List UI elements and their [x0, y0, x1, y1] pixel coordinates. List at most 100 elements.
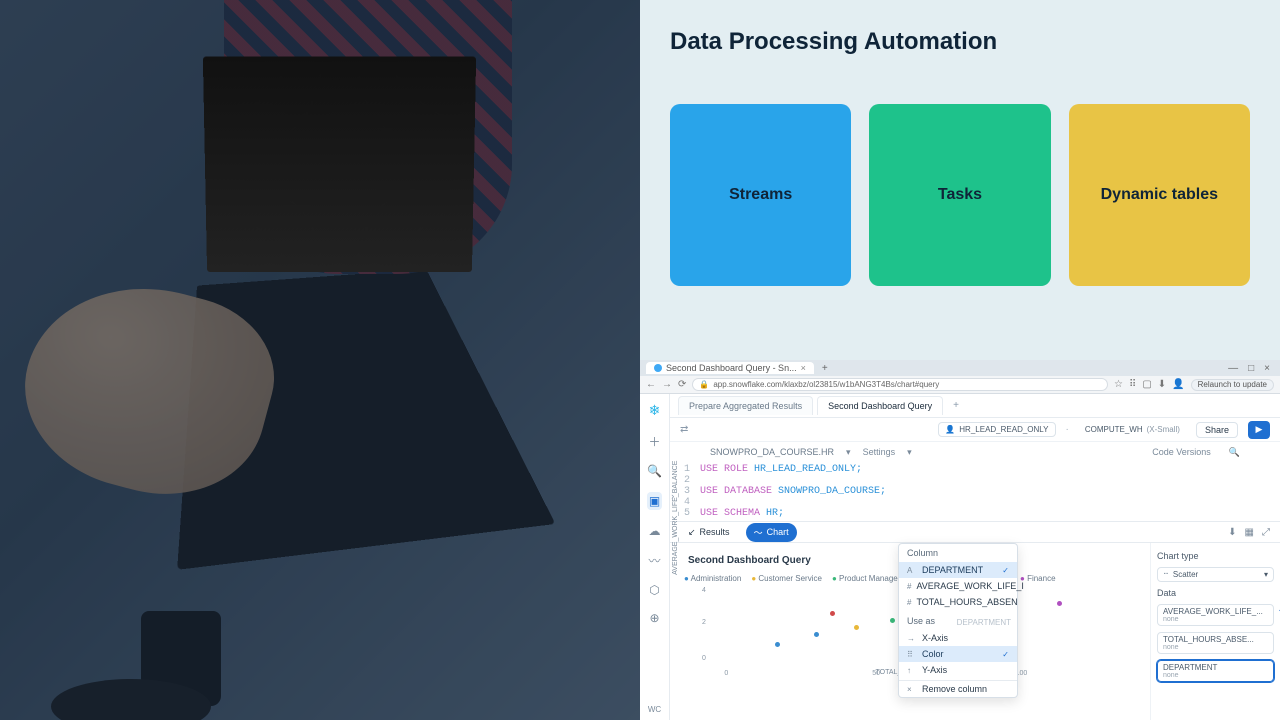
sidebar-search-icon[interactable]: 🔍 [647, 464, 662, 478]
context-bar: ⇄ 👤 HR_LEAD_READ_ONLY · COMPUTE_WH (X-Sm… [670, 418, 1280, 442]
address-bar[interactable]: 🔒 app.snowflake.com/klaxbz/ol23815/w1bAN… [692, 378, 1108, 391]
settings-link[interactable]: Settings [863, 447, 896, 457]
results-tab[interactable]: ↙ Results [680, 524, 738, 541]
scatter-point[interactable] [890, 618, 895, 623]
tab-prepare-aggregated[interactable]: Prepare Aggregated Results [678, 396, 813, 415]
scatter-point[interactable] [814, 632, 819, 637]
card-tasks[interactable]: Tasks [869, 104, 1050, 286]
snowflake-logo-icon[interactable]: ❄ [649, 402, 661, 419]
use-as-yaxis[interactable]: ↑ Y-Axis [899, 662, 1017, 678]
sidebar-data-icon[interactable]: ☁ [649, 524, 661, 538]
relaunch-button[interactable]: Relaunch to update [1191, 379, 1274, 391]
keyword: USE DATABASE [700, 486, 772, 497]
app-sidebar: ❄ ＋ 🔍 ▣ ☁ 〰 ⬡ ⊕ WC [640, 394, 670, 720]
chart-type-value: Scatter [1173, 570, 1198, 579]
data-pill-avg[interactable]: AVERAGE_WORK_LIFE_... none ⇅ [1157, 604, 1274, 626]
pill-sub: none [1163, 644, 1268, 651]
role-selector[interactable]: 👤 HR_LEAD_READ_ONLY [938, 422, 1055, 437]
remove-label: Remove column [922, 684, 987, 694]
chevron-down-icon[interactable]: ▾ [907, 447, 912, 458]
extensions-icon[interactable]: ⠿ [1129, 379, 1136, 390]
identifier: HR_LEAD_READ_ONLY; [754, 464, 862, 475]
chart-icon: 〜 [754, 526, 763, 539]
add-worksheet-button[interactable]: + [947, 400, 965, 411]
keyword: USE SCHEMA [700, 508, 760, 519]
role-name: HR_LEAD_READ_ONLY [959, 425, 1048, 434]
scatter-icon: ⠒ [1163, 570, 1169, 579]
results-icon: ↙ [688, 527, 696, 538]
app-main: Prepare Aggregated Results Second Dashbo… [670, 394, 1280, 720]
card-row: Streams Tasks Dynamic tables [670, 104, 1250, 286]
sidebar-admin-icon[interactable]: ⬡ [649, 583, 659, 597]
dropdown-item-avg[interactable]: # AVERAGE_WORK_LIFE_I [899, 578, 1017, 594]
hero-photo [0, 0, 640, 720]
window-minimize-icon[interactable]: — [1228, 363, 1238, 374]
window-close-icon[interactable]: × [1264, 363, 1270, 374]
use-as-xaxis[interactable]: → X-Axis DEPARTMENT [899, 630, 1017, 646]
sidebar-worksheets-icon[interactable]: ▣ [647, 492, 662, 510]
nav-reload-icon[interactable]: ⟳ [678, 379, 686, 390]
sidebar-plus-icon[interactable]: ＋ [648, 433, 660, 450]
worksheet-tabs: Prepare Aggregated Results Second Dashbo… [670, 394, 1280, 418]
search-editor-icon[interactable]: 🔍 [1229, 447, 1240, 458]
remove-column[interactable]: × Remove column [899, 681, 1017, 697]
scatter-point[interactable] [830, 611, 835, 616]
swap-icon[interactable]: ⇄ [680, 424, 688, 435]
number-type-icon: # [907, 582, 911, 591]
chart-tab[interactable]: 〜 Chart [746, 523, 797, 542]
column-dropdown: Column A DEPARTMENT ✓ # AVERAGE_WORK_LIF… [898, 543, 1018, 698]
close-tab-icon[interactable]: × [801, 363, 806, 373]
star-icon[interactable]: ☆ [1114, 379, 1123, 390]
chart-label: Chart [767, 527, 789, 537]
sql-editor[interactable]: › 1USE ROLE HR_LEAD_READ_ONLY; 2 3USE DA… [670, 462, 1280, 521]
schema-crumb[interactable]: SNOWPRO_DA_COURSE.HR [710, 447, 834, 457]
share-button[interactable]: Share [1196, 422, 1238, 438]
window-controls: — □ × [1228, 363, 1274, 374]
window-maximize-icon[interactable]: □ [1248, 363, 1254, 374]
expand-icon[interactable]: ⤢ [1262, 527, 1270, 538]
profile-icon[interactable]: 👤 [1172, 379, 1184, 390]
card-streams[interactable]: Streams [670, 104, 851, 286]
scatter-point[interactable] [775, 642, 780, 647]
browser-tab-title: Second Dashboard Query - Sn... [666, 363, 797, 373]
use-as-label: X-Axis [922, 633, 948, 643]
pill-name: AVERAGE_WORK_LIFE_... [1163, 607, 1268, 616]
nav-back-icon[interactable]: ← [646, 379, 656, 390]
sidebar-account-badge[interactable]: WC [648, 705, 661, 720]
sidebar-help-icon[interactable]: ⊕ [649, 611, 659, 625]
nav-forward-icon[interactable]: → [662, 379, 672, 390]
x-tick: 0 [724, 670, 728, 677]
card-dynamic-tables[interactable]: Dynamic tables [1069, 104, 1250, 286]
browser-tab[interactable]: Second Dashboard Query - Sn... × [646, 362, 814, 374]
code-versions-link[interactable]: Code Versions [1152, 447, 1211, 457]
data-pill-hours[interactable]: TOTAL_HOURS_ABSE... none + [1157, 632, 1274, 654]
download-icon[interactable]: ⬇ [1158, 379, 1166, 390]
run-button[interactable]: ▶ [1248, 421, 1270, 439]
download-results-icon[interactable]: ⬇ [1228, 527, 1236, 538]
x-tick: 50 [872, 670, 880, 677]
use-as-color[interactable]: ⠿ Color ✓ [899, 646, 1017, 662]
sidebar-activity-icon[interactable]: 〰 [648, 552, 660, 569]
chevron-down-icon[interactable]: ▾ [846, 447, 851, 458]
url-text: app.snowflake.com/klaxbz/ol23815/w1bANG3… [713, 380, 939, 389]
use-as-label: Color [922, 649, 944, 659]
check-icon: ✓ [1002, 566, 1009, 575]
warehouse-selector[interactable]: COMPUTE_WH (X-Small) [1079, 423, 1186, 436]
remove-icon: × [907, 685, 917, 694]
scatter-point[interactable] [854, 625, 859, 630]
lock-icon: 🔒 [699, 380, 709, 389]
tab-second-dashboard[interactable]: Second Dashboard Query [817, 396, 943, 415]
grid-view-icon[interactable]: ▦ [1245, 527, 1254, 538]
data-pill-department[interactable]: DEPARTMENT none [1157, 660, 1274, 682]
chart-type-select[interactable]: ⠒ Scatter ▾ [1157, 567, 1274, 582]
photo-tint [0, 0, 640, 720]
scatter-point[interactable] [1057, 601, 1062, 606]
new-tab-button[interactable]: + [818, 363, 832, 374]
text-type-icon: A [907, 566, 917, 575]
dropdown-item-hours[interactable]: # TOTAL_HOURS_ABSEN [899, 594, 1017, 610]
cast-icon[interactable]: ▢ [1142, 379, 1151, 390]
dropdown-item-department[interactable]: A DEPARTMENT ✓ [899, 562, 1017, 578]
chart-canvas-wrap: Second Dashboard Query Administration Cu… [670, 543, 1150, 720]
warehouse-size: (X-Small) [1147, 425, 1180, 434]
dropdown-item-label: DEPARTMENT [922, 565, 983, 575]
